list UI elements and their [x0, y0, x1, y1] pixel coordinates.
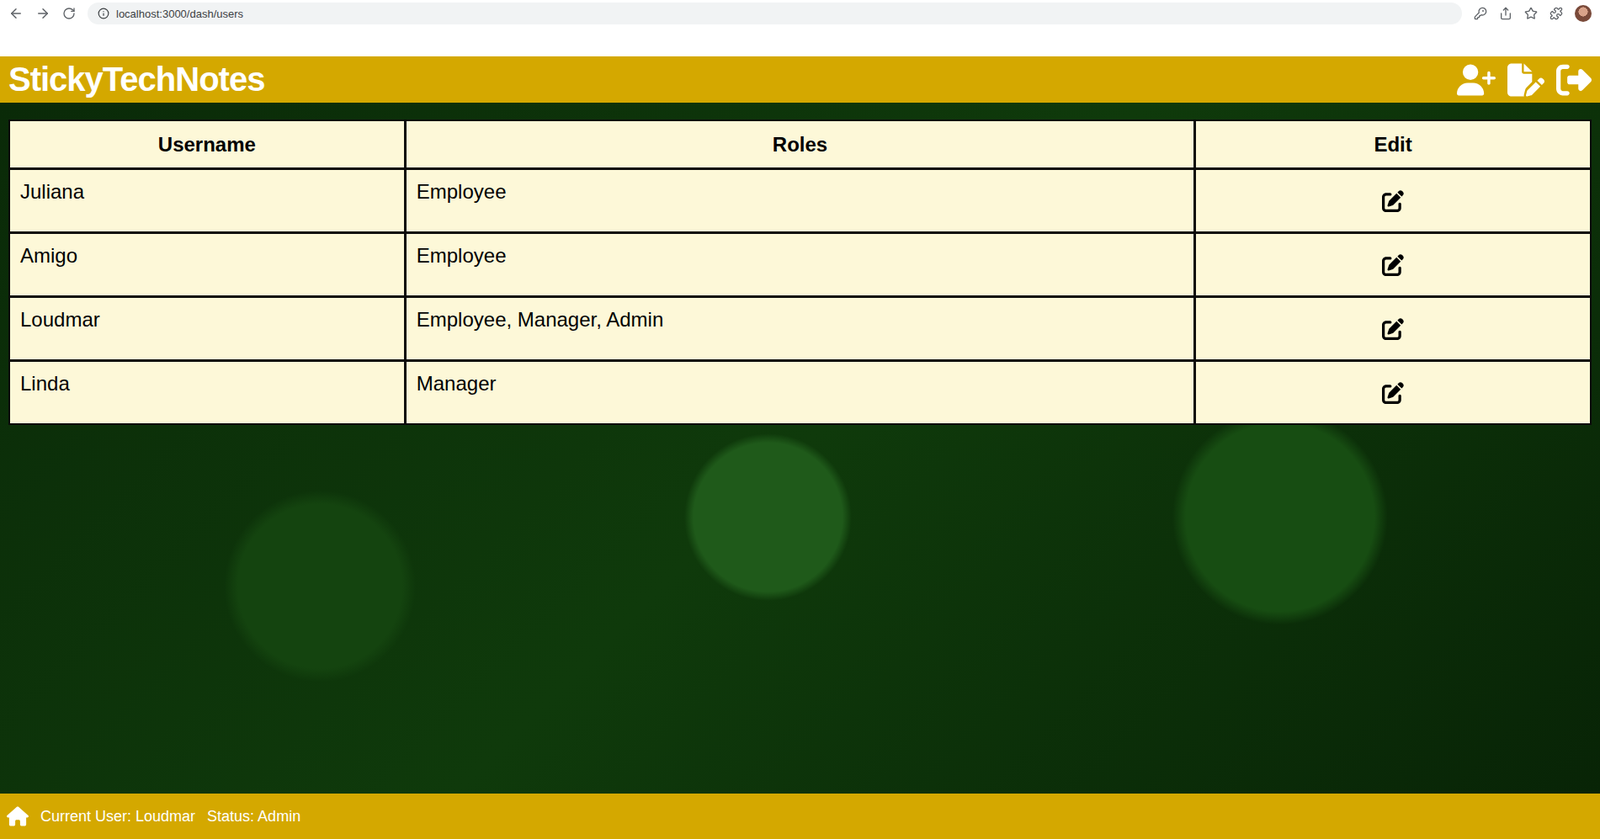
back-arrow-icon[interactable] [8, 5, 24, 22]
edit-button[interactable] [1382, 318, 1404, 341]
reload-icon[interactable] [62, 6, 76, 21]
page: localhost:3000/dash/users StickyTechNotes… [0, 0, 1600, 839]
username-cell: Juliana [10, 170, 404, 232]
edit-cell [1196, 170, 1590, 232]
edit-icon [1382, 190, 1404, 213]
edit-button[interactable] [1382, 254, 1404, 277]
new-note-button[interactable] [1507, 61, 1545, 99]
roles-cell: Employee [406, 233, 1195, 296]
file-pen-icon [1507, 61, 1545, 99]
star-icon[interactable] [1524, 6, 1538, 21]
browser-toolbar: localhost:3000/dash/users [0, 0, 1600, 27]
edit-button[interactable] [1382, 190, 1404, 213]
edit-cell [1196, 233, 1590, 296]
profile-avatar[interactable] [1574, 5, 1592, 22]
status-text: Status: Admin [207, 807, 301, 826]
status-bar: Current User: Loudmar Status: Admin [0, 793, 1600, 839]
app-title[interactable]: StickyTechNotes [8, 60, 265, 99]
edit-icon [1382, 318, 1404, 341]
column-header: Username [10, 121, 404, 168]
users-table: UsernameRolesEdit JulianaEmployeeAmigoEmp… [8, 119, 1592, 426]
username-cell: Linda [10, 361, 404, 424]
app-header: StickyTechNotes [0, 56, 1600, 103]
home-button[interactable] [6, 805, 29, 828]
logout-button[interactable] [1556, 62, 1592, 98]
share-icon[interactable] [1499, 6, 1513, 21]
edit-button[interactable] [1382, 382, 1404, 404]
roles-cell: Manager [406, 361, 1195, 424]
logout-icon [1556, 62, 1592, 98]
info-icon[interactable] [97, 7, 110, 20]
address-bar[interactable]: localhost:3000/dash/users [87, 2, 1462, 25]
header-actions [1456, 60, 1592, 100]
key-icon[interactable] [1473, 6, 1488, 21]
content-area: UsernameRolesEdit JulianaEmployeeAmigoEmp… [0, 102, 1600, 794]
new-user-button[interactable] [1456, 60, 1496, 100]
username-cell: Loudmar [10, 297, 404, 360]
browser-chrome: localhost:3000/dash/users [0, 0, 1600, 57]
edit-cell [1196, 361, 1590, 424]
user-plus-icon [1456, 60, 1496, 100]
column-header: Roles [406, 121, 1195, 168]
roles-cell: Employee [406, 170, 1195, 232]
url-text: localhost:3000/dash/users [116, 7, 244, 21]
username-cell: Amigo [10, 233, 404, 296]
current-user-text: Current User: Loudmar [40, 807, 196, 826]
column-header: Edit [1196, 121, 1590, 168]
home-icon [6, 805, 29, 828]
edit-icon [1382, 382, 1404, 404]
browser-actions [1473, 5, 1592, 22]
edit-cell [1196, 297, 1590, 360]
roles-cell: Employee, Manager, Admin [406, 297, 1195, 360]
forward-arrow-icon[interactable] [35, 5, 51, 22]
edit-icon [1382, 254, 1404, 277]
extensions-icon[interactable] [1549, 6, 1563, 21]
